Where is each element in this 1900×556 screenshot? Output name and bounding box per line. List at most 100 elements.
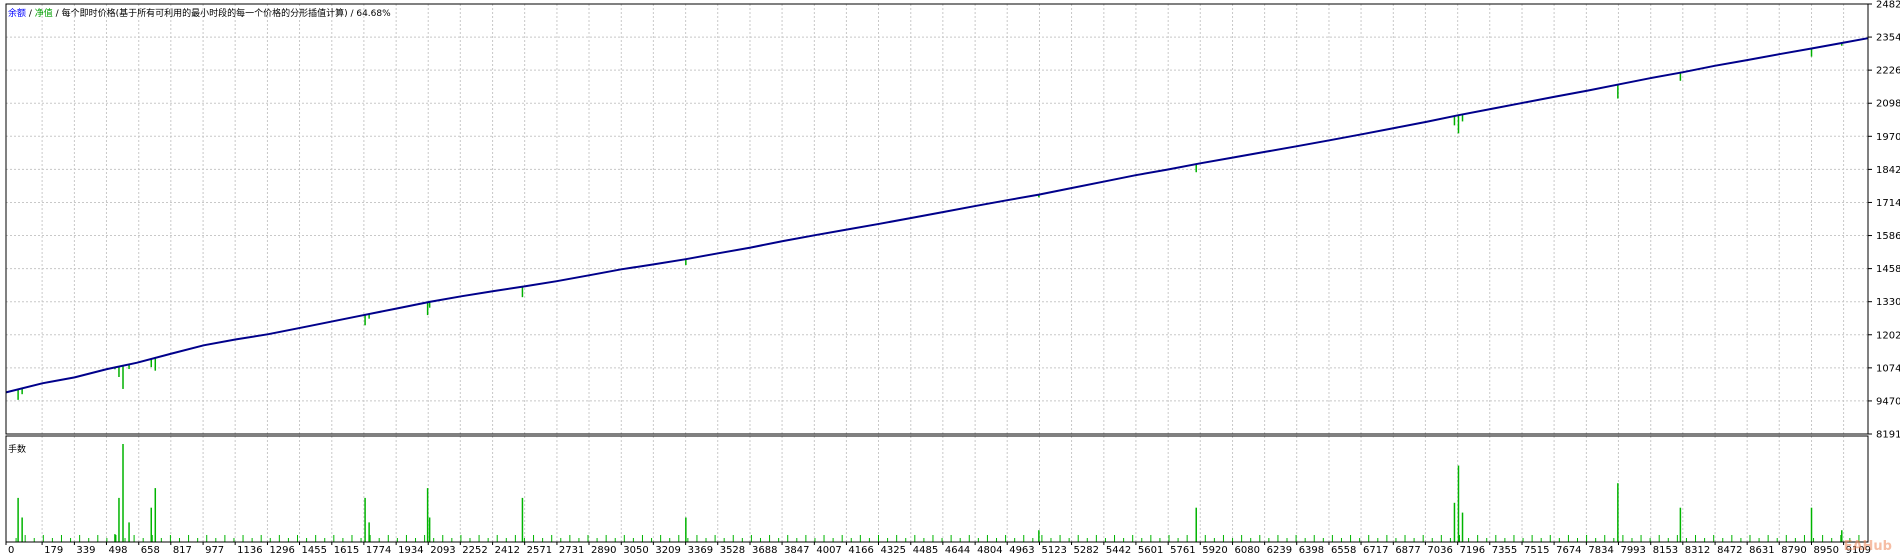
volume-bar	[823, 535, 825, 542]
volume-bar	[877, 535, 879, 542]
volume-bar	[696, 535, 698, 542]
x-axis-tick-label: 5601	[1138, 545, 1163, 556]
volume-bar	[469, 538, 471, 542]
volume-bar	[287, 538, 289, 542]
volume-bar	[1150, 535, 1152, 542]
volume-bar	[21, 517, 23, 542]
x-axis-tick-label: 5442	[1106, 545, 1131, 556]
y-axis-tick-label: 15866	[1876, 231, 1900, 242]
volume-bar	[1604, 535, 1606, 542]
x-axis-tick-label: 7355	[1492, 545, 1517, 556]
volume-bar	[741, 538, 743, 542]
volume-bar	[1186, 535, 1188, 542]
x-axis-tick-label: 3209	[655, 545, 680, 556]
volume-bar	[1141, 538, 1143, 542]
volume-bar	[154, 488, 157, 542]
volume-bar	[88, 538, 90, 542]
legend-quality: 64.68%	[356, 9, 391, 19]
volume-bar	[70, 538, 72, 542]
x-axis-tick-label: 1455	[302, 545, 327, 556]
volume-bar	[1458, 535, 1460, 542]
volume-bar	[1504, 538, 1506, 542]
volume-bar	[1322, 538, 1324, 542]
y-axis-tick-label: 20983	[1876, 99, 1900, 110]
volume-bar	[224, 535, 226, 542]
volume-bar	[1259, 535, 1261, 542]
volume-bar	[1005, 535, 1007, 542]
volume-bar	[1032, 538, 1034, 542]
main-plot-border	[5, 3, 1869, 435]
volume-bar	[351, 535, 353, 542]
volume-bar	[1195, 507, 1197, 542]
volume-bar	[24, 535, 26, 542]
volume-bar	[1567, 535, 1569, 542]
x-axis-tick-label: 2412	[495, 545, 520, 556]
volume-bar	[1159, 538, 1161, 542]
volume-bar	[887, 538, 889, 542]
x-axis-tick-label: 4644	[945, 545, 970, 556]
x-axis-tick-label: 3528	[720, 545, 745, 556]
x-axis-tick-label: 5761	[1170, 545, 1195, 556]
volume-bar	[1023, 535, 1025, 542]
volume-bar	[387, 535, 389, 542]
volume-bar	[206, 535, 208, 542]
volume-bar	[115, 535, 117, 542]
volume-bar	[1468, 538, 1470, 542]
x-axis-tick-label: 6239	[1267, 545, 1292, 556]
volume-bar	[197, 538, 199, 542]
volume-bar	[1168, 535, 1170, 542]
volume-bar	[1453, 502, 1456, 542]
volume-bar	[1740, 538, 1742, 542]
volume-bar	[1558, 538, 1560, 542]
volume-bar	[905, 538, 907, 542]
y-axis-tick-label: 23542	[1876, 33, 1900, 44]
volume-bar	[1495, 535, 1497, 542]
x-axis-tick-label: 8790	[1781, 545, 1806, 556]
volume-bar	[118, 497, 120, 542]
volume-bar	[442, 535, 444, 542]
volume-bar	[415, 538, 417, 542]
volume-bar	[1758, 538, 1760, 542]
volume-bar	[360, 538, 362, 542]
volume-bar	[51, 538, 53, 542]
volume-bar	[1531, 535, 1533, 542]
volume-bar	[923, 538, 925, 542]
x-axis-tick-label: 0	[8, 545, 14, 556]
x-axis-tick-label: 2093	[430, 545, 455, 556]
y-axis-tick-label: 17146	[1876, 198, 1900, 209]
volume-bar	[1813, 538, 1815, 542]
volume-bar	[678, 535, 680, 542]
volume-bar	[1477, 535, 1479, 542]
y-axis-tick-label: 18425	[1876, 165, 1900, 176]
volume-bar	[932, 535, 934, 542]
watermark-logo: EAHub	[1843, 539, 1892, 554]
x-axis-tick-label: 4963	[1009, 545, 1034, 556]
volume-bar	[1340, 538, 1342, 542]
x-axis-tick-label: 1934	[398, 545, 423, 556]
volume-bar	[1722, 538, 1724, 542]
volume-bar	[1658, 535, 1660, 542]
x-axis-tick-label: 6080	[1235, 545, 1260, 556]
volume-bar	[1513, 535, 1515, 542]
volume-bar	[424, 535, 426, 542]
volume-bar	[896, 535, 898, 542]
volume-bar	[315, 535, 317, 542]
volume-bar	[596, 538, 598, 542]
volume-bar	[1803, 535, 1805, 542]
volume-bar	[623, 535, 625, 542]
y-axis-tick-label: 22263	[1876, 66, 1900, 77]
volume-bar	[850, 538, 852, 542]
volume-bar	[215, 538, 217, 542]
volume-bar	[796, 538, 798, 542]
x-axis-tick-label: 8153	[1653, 545, 1678, 556]
volume-bar	[15, 538, 17, 542]
volume-bar	[523, 538, 525, 542]
x-axis-tick-label: 3688	[752, 545, 777, 556]
volume-bar	[1785, 535, 1787, 542]
y-axis-tick-label: 24821	[1876, 0, 1900, 11]
volume-bar	[769, 535, 771, 542]
x-axis-tick-label: 7515	[1524, 545, 1549, 556]
x-axis-tick-label: 4166	[848, 545, 873, 556]
volume-bar	[460, 535, 462, 542]
volume-bar	[759, 538, 761, 542]
